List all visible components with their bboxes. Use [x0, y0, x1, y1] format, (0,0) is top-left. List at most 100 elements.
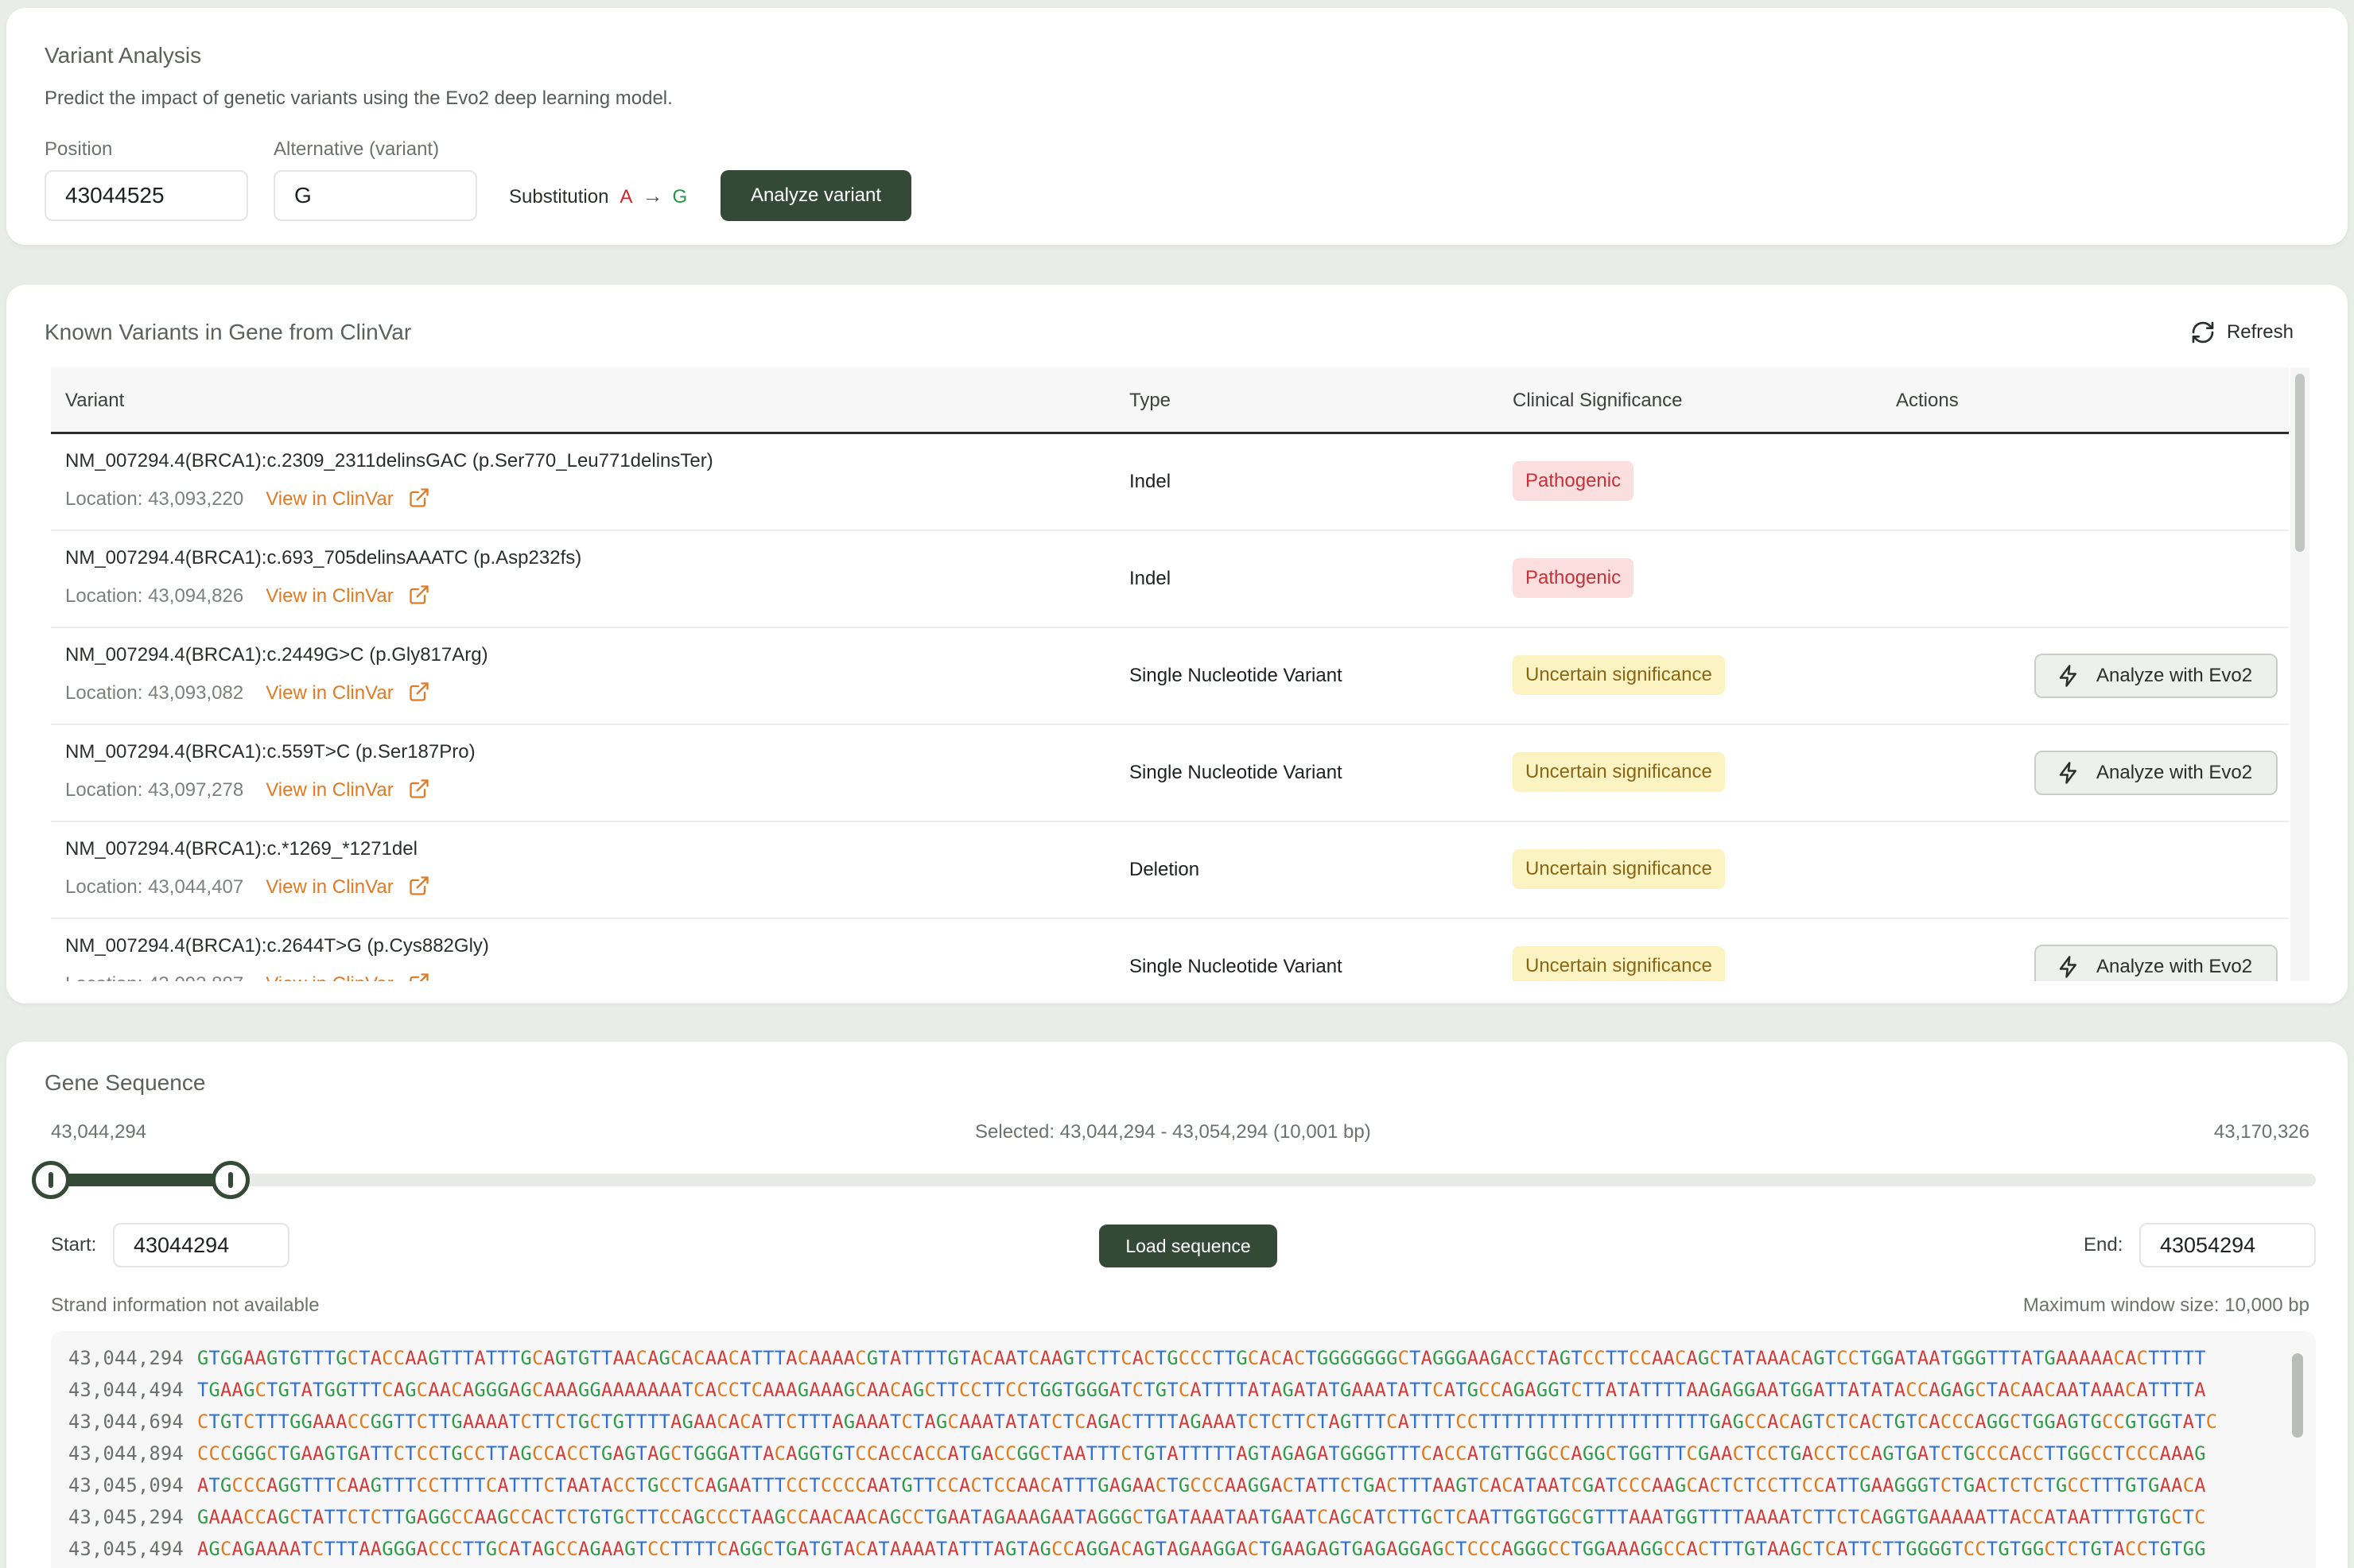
external-link-icon: [410, 972, 429, 981]
view-in-clinvar-link[interactable]: View in ClinVar: [266, 681, 430, 704]
variant-type: Single Nucleotide Variant: [1129, 762, 1342, 783]
clinvar-table: Variant Type Clinical Significance Actio…: [45, 367, 2316, 981]
variant-analysis-description: Predict the impact of genetic variants u…: [45, 87, 673, 109]
analyze-variant-button[interactable]: Analyze variant: [721, 170, 911, 221]
refresh-button[interactable]: Refresh: [2190, 316, 2294, 348]
variant-analysis-card: Variant Analysis Predict the impact of g…: [6, 8, 2348, 245]
variant-location: Location: 43,094,826 View in ClinVar: [65, 584, 430, 607]
table-row: NM_007294.4(BRCA1):c.2644T>G (p.Cys882Gl…: [51, 919, 2289, 981]
column-header-variant: Variant: [65, 390, 125, 411]
table-row: NM_007294.4(BRCA1):c.2449G>C (p.Gly817Ar…: [51, 628, 2289, 725]
variant-type: Deletion: [1129, 859, 1200, 880]
variant-name: NM_007294.4(BRCA1):c.2449G>C (p.Gly817Ar…: [65, 644, 488, 666]
location-value: 43,044,407: [148, 876, 244, 898]
sequence-bases: CCCGGGCTGAAGTGATTCTCCTGCCTTAGCCACCTGAGTA…: [197, 1442, 2206, 1465]
lightning-icon: [2059, 762, 2076, 784]
strand-info-text: Strand information not available: [51, 1294, 320, 1316]
table-row: NM_007294.4(BRCA1):c.559T>C (p.Ser187Pro…: [51, 725, 2289, 822]
location-value: 43,092,887: [148, 973, 243, 981]
alternative-input[interactable]: G: [274, 170, 477, 221]
column-header-significance: Clinical Significance: [1513, 390, 1683, 411]
table-row: NM_007294.4(BRCA1):c.*1269_*1271del Locat…: [51, 822, 2289, 919]
location-prefix: Location:: [65, 585, 143, 607]
load-sequence-button[interactable]: Load sequence: [1099, 1225, 1277, 1267]
sequence-scrollbar-thumb[interactable]: [2292, 1353, 2303, 1438]
sequence-line: 43,044,694 CTGTCTTTGGAAACCGGTTCTTGAAAATCT…: [68, 1406, 2217, 1438]
significance-badge: Pathogenic: [1513, 461, 1634, 501]
view-in-clinvar-link[interactable]: View in ClinVar: [266, 972, 430, 981]
sequence-line: 43,045,494 AGCAGAAAATCTTTAAGGGACCCTTGCATA…: [68, 1533, 2206, 1565]
end-label: End:: [2084, 1234, 2123, 1256]
sequence-position: 43,044,894: [68, 1442, 185, 1465]
sequence-position: 43,045,294: [68, 1506, 185, 1528]
external-link-icon: [410, 875, 429, 895]
variant-name: NM_007294.4(BRCA1):c.2309_2311delinsGAC …: [65, 450, 713, 472]
table-header: Variant Type Clinical Significance Actio…: [51, 367, 2289, 434]
range-end-handle[interactable]: [212, 1161, 251, 1199]
start-input[interactable]: 43044294: [113, 1223, 289, 1267]
reference-base: A: [620, 186, 633, 208]
table-scrollbar-thumb[interactable]: [2295, 374, 2305, 552]
view-in-clinvar-label: View in ClinVar: [266, 876, 394, 898]
variant-location: Location: 43,093,082 View in ClinVar: [65, 681, 430, 704]
significance-badge: Uncertain significance: [1513, 752, 1725, 792]
significance-badge: Uncertain significance: [1513, 849, 1725, 889]
gene-sequence-card: Gene Sequence 43,044,294 Selected: 43,04…: [6, 1042, 2348, 1568]
range-min-label: 43,044,294: [51, 1121, 147, 1143]
location-prefix: Location:: [65, 973, 142, 981]
sequence-bases: TGAAGCTGTATGGTTTCAGCAACAGGGAGCAAAGGAAAAA…: [197, 1379, 2206, 1401]
sequence-position: 43,044,694: [68, 1411, 185, 1433]
analyze-with-evo2-button[interactable]: Analyze with Evo2: [2034, 751, 2278, 795]
view-in-clinvar-link[interactable]: View in ClinVar: [266, 778, 430, 801]
analyze-with-evo2-label: Analyze with Evo2: [2096, 665, 2253, 686]
variant-analysis-title: Variant Analysis: [45, 43, 202, 68]
refresh-icon: [2192, 321, 2214, 343]
variant-type: Indel: [1129, 471, 1171, 492]
variant-location: Location: 43,093,220 View in ClinVar: [65, 487, 430, 510]
range-max-label: 43,170,326: [2213, 1121, 2309, 1143]
position-label: Position: [45, 138, 113, 160]
table-row: NM_007294.4(BRCA1):c.693_705delinsAAATC …: [51, 531, 2289, 628]
variant-type: Single Nucleotide Variant: [1129, 956, 1342, 977]
external-link-icon: [410, 487, 429, 507]
location-value: 43,094,826: [148, 585, 244, 607]
sequence-viewer[interactable]: 43,044,294 GTGGAAGTGTTTGCTACCAAGTTTATTTGC…: [51, 1331, 2316, 1568]
sequence-line: 43,044,894 CCCGGGCTGAAGTGATTCTCCTGCCTTAGC…: [68, 1438, 2206, 1469]
table-scrollbar[interactable]: [2290, 367, 2309, 981]
view-in-clinvar-link[interactable]: View in ClinVar: [266, 875, 430, 898]
analyze-with-evo2-button[interactable]: Analyze with Evo2: [2034, 945, 2278, 981]
view-in-clinvar-label: View in ClinVar: [266, 779, 394, 801]
significance-badge: Uncertain significance: [1513, 655, 1725, 695]
substitution-label: Substitution: [509, 186, 609, 208]
end-input[interactable]: 43054294: [2139, 1223, 2316, 1267]
start-label: Start:: [51, 1234, 97, 1256]
view-in-clinvar-link[interactable]: View in ClinVar: [266, 584, 430, 607]
lightning-icon: [2059, 956, 2076, 978]
range-start-handle[interactable]: [32, 1161, 70, 1199]
location-value: 43,093,220: [148, 488, 244, 510]
external-link-icon: [410, 681, 429, 701]
variant-name: NM_007294.4(BRCA1):c.559T>C (p.Ser187Pro…: [65, 741, 476, 763]
variant-location: Location: 43,097,278 View in ClinVar: [65, 778, 430, 801]
sequence-position: 43,045,094: [68, 1474, 185, 1496]
view-in-clinvar-label: View in ClinVar: [266, 973, 394, 981]
sequence-bases: AGCAGAAAATCTTTAAGGGACCCTTGCATAGCCAGAAGTC…: [197, 1538, 2206, 1560]
sequence-line: 43,045,294 GAAACCAGCTATTCTCTTGAGGCCAAGCCA…: [68, 1501, 2206, 1533]
table-row: NM_007294.4(BRCA1):c.2309_2311delinsGAC …: [51, 434, 2289, 531]
analyze-with-evo2-button[interactable]: Analyze with Evo2: [2034, 654, 2278, 698]
column-header-type: Type: [1129, 390, 1171, 411]
alternative-base: G: [672, 186, 688, 208]
analyze-with-evo2-label: Analyze with Evo2: [2096, 956, 2253, 977]
lightning-icon: [2059, 665, 2076, 687]
external-link-icon: [410, 584, 429, 604]
external-link-icon: [410, 778, 429, 798]
position-input[interactable]: 43044525: [45, 170, 248, 221]
view-in-clinvar-label: View in ClinVar: [266, 585, 394, 607]
view-in-clinvar-link[interactable]: View in ClinVar: [266, 487, 430, 510]
analyze-with-evo2-label: Analyze with Evo2: [2096, 762, 2253, 783]
sequence-bases: ATGCCCAGGTTTCAAGTTTCCTTTTCATTTCTAATACCTG…: [197, 1474, 2206, 1496]
significance-badge: Pathogenic: [1513, 558, 1634, 598]
range-slider-track[interactable]: [51, 1174, 2316, 1186]
sequence-position: 43,044,294: [68, 1347, 185, 1369]
sequence-line: 43,044,294 GTGGAAGTGTTTGCTACCAAGTTTATTTGC…: [68, 1342, 2206, 1374]
